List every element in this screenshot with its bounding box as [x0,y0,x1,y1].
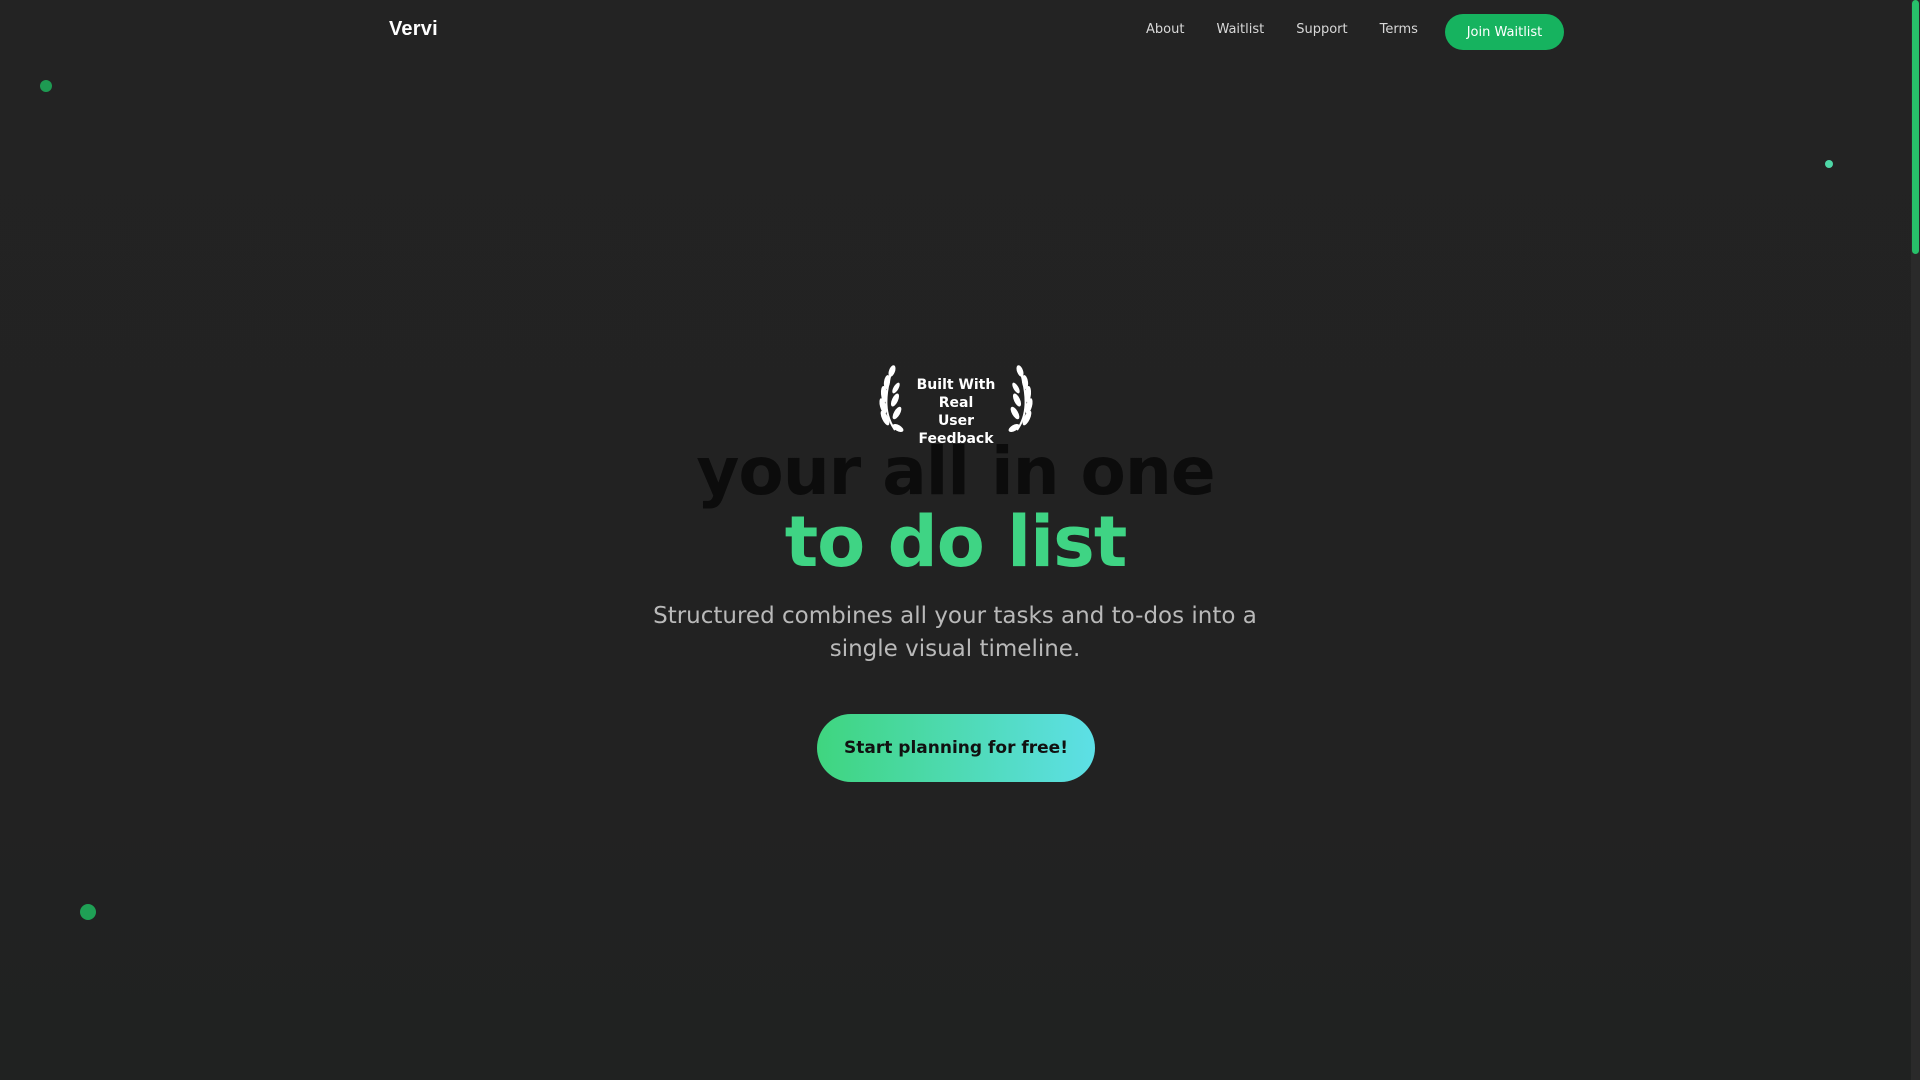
decorative-dot [40,80,52,92]
join-waitlist-button[interactable]: Join Waitlist [1445,14,1564,50]
nav-link-waitlist[interactable]: Waitlist [1216,22,1264,37]
main-nav: About Waitlist Support Terms [1146,22,1418,37]
nav-link-support[interactable]: Support [1296,22,1347,37]
decorative-dot [1825,160,1833,168]
hero-headline-line-1: your all in one [696,433,1215,510]
feedback-badge: Built With Real User Feedback [873,358,1039,447]
brand-logo[interactable]: Vervi [389,18,438,41]
badge-line-1: Built With Real [916,377,996,411]
decorative-dot [80,904,96,920]
scrollbar-thumb[interactable] [1912,0,1919,254]
landing-page: Vervi About Waitlist Support Terms Join … [0,0,1911,1080]
hero-headline-line-2: to do list [784,501,1128,583]
start-planning-button[interactable]: Start planning for free! [817,714,1095,782]
nav-link-about[interactable]: About [1146,22,1184,37]
hero-subtitle: Structured combines all your tasks and t… [653,603,1257,662]
page-scrollbar[interactable] [1911,0,1920,1080]
site-header: Vervi About Waitlist Support Terms Join … [0,0,1911,64]
nav-link-terms[interactable]: Terms [1380,22,1418,37]
